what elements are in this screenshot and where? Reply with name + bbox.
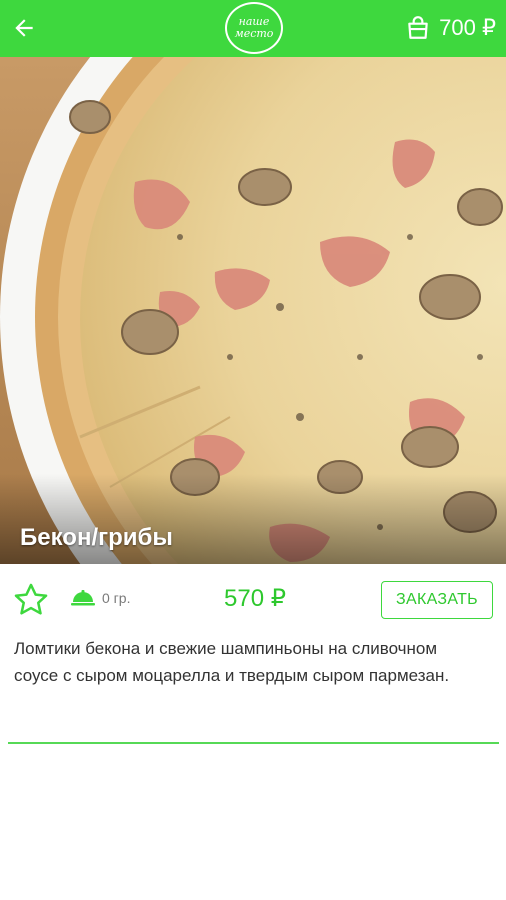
logo-line-2: место bbox=[234, 27, 274, 40]
star-outline-icon bbox=[14, 583, 48, 615]
divider bbox=[8, 742, 499, 744]
cart-button[interactable]: 700 ₽ bbox=[405, 12, 496, 44]
order-button[interactable]: ЗАКАЗАТЬ bbox=[381, 581, 493, 619]
back-arrow-icon bbox=[15, 19, 33, 37]
dish-cover-icon bbox=[71, 590, 95, 606]
weight-info: 0 гр. bbox=[70, 589, 130, 607]
back-button[interactable] bbox=[6, 10, 42, 46]
favorite-button[interactable] bbox=[12, 581, 50, 619]
weight-value: 0 гр. bbox=[102, 590, 131, 606]
brand-logo[interactable]: наше место bbox=[225, 2, 283, 54]
product-description: Ломтики бекона и свежие шампиньоны на сл… bbox=[14, 639, 450, 685]
shopping-bag-icon bbox=[408, 16, 428, 39]
product-title: Бекон/грибы bbox=[20, 524, 173, 551]
product-info-row: 0 гр. 570 ₽ ЗАКАЗАТЬ bbox=[0, 564, 506, 636]
top-app-bar: наше место 700 ₽ bbox=[0, 0, 506, 57]
cart-total: 700 ₽ bbox=[439, 15, 496, 40]
product-image: Бекон/грибы bbox=[0, 57, 506, 564]
product-price: 570 ₽ bbox=[224, 585, 286, 612]
